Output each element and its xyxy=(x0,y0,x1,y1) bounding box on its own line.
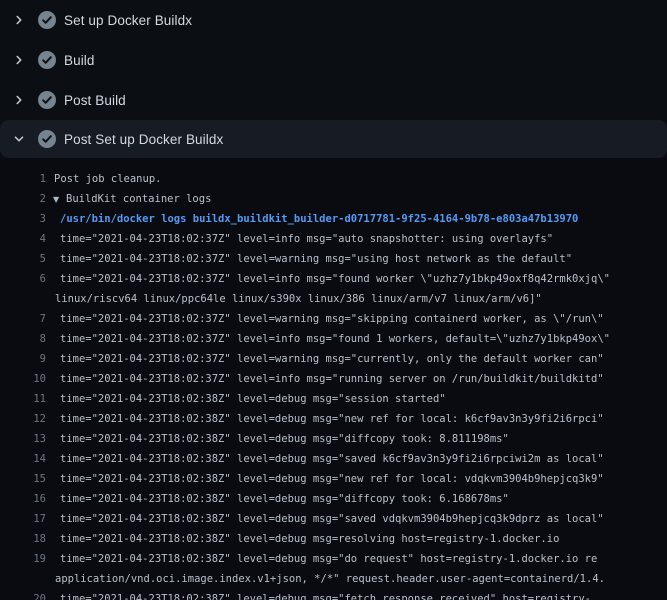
log-row: 16 time="2021-04-23T18:02:38Z" level=deb… xyxy=(0,489,667,509)
log-line-number[interactable]: 9 xyxy=(0,353,46,365)
log-row: 12 time="2021-04-23T18:02:38Z" level=deb… xyxy=(0,409,667,429)
log-line-number[interactable]: 7 xyxy=(0,313,46,325)
log-line-text: time="2021-04-23T18:02:38Z" level=debug … xyxy=(60,593,591,600)
log-line-number[interactable]: 11 xyxy=(0,393,46,405)
log-line-text: time="2021-04-23T18:02:38Z" level=debug … xyxy=(60,413,604,425)
log-line-number[interactable]: 14 xyxy=(0,453,46,465)
step-label: Build xyxy=(64,53,95,68)
log-line-number[interactable]: 6 xyxy=(0,273,46,285)
log-line-number[interactable]: 15 xyxy=(0,473,46,485)
steps-list: Set up Docker Buildx Build Post Build xyxy=(0,0,667,120)
chevron-right-icon xyxy=(12,53,26,67)
chevron-right-icon xyxy=(12,13,26,27)
log-line-text: Post job cleanup. xyxy=(54,173,161,185)
log-area: 1 Post job cleanup. 2 ▼ BuildKit contain… xyxy=(0,158,667,600)
chevron-right-icon xyxy=(12,93,26,107)
log-line-number[interactable]: 10 xyxy=(0,373,46,385)
log-row: application/vnd.oci.image.index.v1+json,… xyxy=(0,569,667,589)
log-line-number[interactable]: 2 xyxy=(0,193,46,205)
log-viewer: Set up Docker Buildx Build Post Build Po… xyxy=(0,0,667,600)
log-row: 17 time="2021-04-23T18:02:38Z" level=deb… xyxy=(0,509,667,529)
chevron-down-icon xyxy=(12,132,26,146)
log-line-text: time="2021-04-23T18:02:37Z" level=warnin… xyxy=(60,353,604,365)
step-label: Post Build xyxy=(64,93,126,108)
log-line-text: time="2021-04-23T18:02:37Z" level=warnin… xyxy=(60,253,572,265)
log-row: 14 time="2021-04-23T18:02:38Z" level=deb… xyxy=(0,449,667,469)
log-row: 3 /usr/bin/docker logs buildx_buildkit_b… xyxy=(0,209,667,229)
group-toggle-icon[interactable]: ▼ xyxy=(53,195,62,204)
check-circle-icon xyxy=(38,51,56,69)
log-line-number[interactable]: 17 xyxy=(0,513,46,525)
log-row: linux/riscv64 linux/ppc64le linux/s390x … xyxy=(0,289,667,309)
check-circle-icon xyxy=(38,130,56,148)
log-line-text: BuildKit container logs xyxy=(66,193,211,205)
log-line-text: /usr/bin/docker logs buildx_buildkit_bui… xyxy=(60,213,578,225)
log-line-number[interactable]: 13 xyxy=(0,433,46,445)
check-circle-icon xyxy=(38,11,56,29)
log-line-text: time="2021-04-23T18:02:37Z" level=info m… xyxy=(60,273,610,285)
step-row[interactable]: Build xyxy=(0,40,667,80)
log-line-text: time="2021-04-23T18:02:37Z" level=info m… xyxy=(60,333,610,345)
log-line-text: application/vnd.oci.image.index.v1+json,… xyxy=(55,573,605,585)
log-row: 1 Post job cleanup. xyxy=(0,169,667,189)
log-line-number[interactable]: 20 xyxy=(0,593,46,600)
log-lines: 1 Post job cleanup. 2 ▼ BuildKit contain… xyxy=(0,169,667,600)
log-row: 7 time="2021-04-23T18:02:37Z" level=warn… xyxy=(0,309,667,329)
log-line-text: time="2021-04-23T18:02:38Z" level=debug … xyxy=(60,533,559,545)
step-label: Post Set up Docker Buildx xyxy=(64,132,223,147)
log-line-number[interactable]: 12 xyxy=(0,413,46,425)
log-line-text: time="2021-04-23T18:02:38Z" level=debug … xyxy=(60,393,446,405)
log-line-number[interactable]: 4 xyxy=(0,233,46,245)
log-line-number[interactable]: 16 xyxy=(0,493,46,505)
log-row: 15 time="2021-04-23T18:02:38Z" level=deb… xyxy=(0,469,667,489)
log-line-number[interactable]: 18 xyxy=(0,533,46,545)
log-line-text: time="2021-04-23T18:02:37Z" level=info m… xyxy=(60,373,604,385)
log-row: 4 time="2021-04-23T18:02:37Z" level=info… xyxy=(0,229,667,249)
log-row: 19 time="2021-04-23T18:02:38Z" level=deb… xyxy=(0,549,667,569)
log-row: 10 time="2021-04-23T18:02:37Z" level=inf… xyxy=(0,369,667,389)
log-line-number[interactable]: 1 xyxy=(0,173,46,185)
log-line-text: time="2021-04-23T18:02:37Z" level=warnin… xyxy=(60,313,604,325)
log-line-number[interactable]: 5 xyxy=(0,253,46,265)
log-row: 9 time="2021-04-23T18:02:37Z" level=warn… xyxy=(0,349,667,369)
log-row: 20 time="2021-04-23T18:02:38Z" level=deb… xyxy=(0,589,667,600)
log-line-text: time="2021-04-23T18:02:38Z" level=debug … xyxy=(60,433,509,445)
log-line-number[interactable]: 8 xyxy=(0,333,46,345)
log-line-number[interactable]: 3 xyxy=(0,213,46,225)
log-line-text: time="2021-04-23T18:02:38Z" level=debug … xyxy=(60,473,604,485)
log-row: 5 time="2021-04-23T18:02:37Z" level=warn… xyxy=(0,249,667,269)
log-row: 11 time="2021-04-23T18:02:38Z" level=deb… xyxy=(0,389,667,409)
log-row: 6 time="2021-04-23T18:02:37Z" level=info… xyxy=(0,269,667,289)
log-row: 2 ▼ BuildKit container logs xyxy=(0,189,667,209)
log-line-text: time="2021-04-23T18:02:38Z" level=debug … xyxy=(60,493,509,505)
log-line-text: time="2021-04-23T18:02:38Z" level=debug … xyxy=(60,513,604,525)
step-row[interactable]: Set up Docker Buildx xyxy=(0,0,667,40)
log-row: 8 time="2021-04-23T18:02:37Z" level=info… xyxy=(0,329,667,349)
log-line-text: time="2021-04-23T18:02:38Z" level=debug … xyxy=(60,453,604,465)
log-line-text: linux/riscv64 linux/ppc64le linux/s390x … xyxy=(55,293,542,305)
check-circle-icon xyxy=(38,91,56,109)
step-row[interactable]: Post Build xyxy=(0,80,667,120)
step-label: Set up Docker Buildx xyxy=(64,13,192,28)
expanded-step-header[interactable]: Post Set up Docker Buildx xyxy=(0,120,667,158)
log-line-text: time="2021-04-23T18:02:38Z" level=debug … xyxy=(60,553,597,565)
log-row: 18 time="2021-04-23T18:02:38Z" level=deb… xyxy=(0,529,667,549)
log-line-text: time="2021-04-23T18:02:37Z" level=info m… xyxy=(60,233,553,245)
log-line-number[interactable]: 19 xyxy=(0,553,46,565)
log-row: 13 time="2021-04-23T18:02:38Z" level=deb… xyxy=(0,429,667,449)
